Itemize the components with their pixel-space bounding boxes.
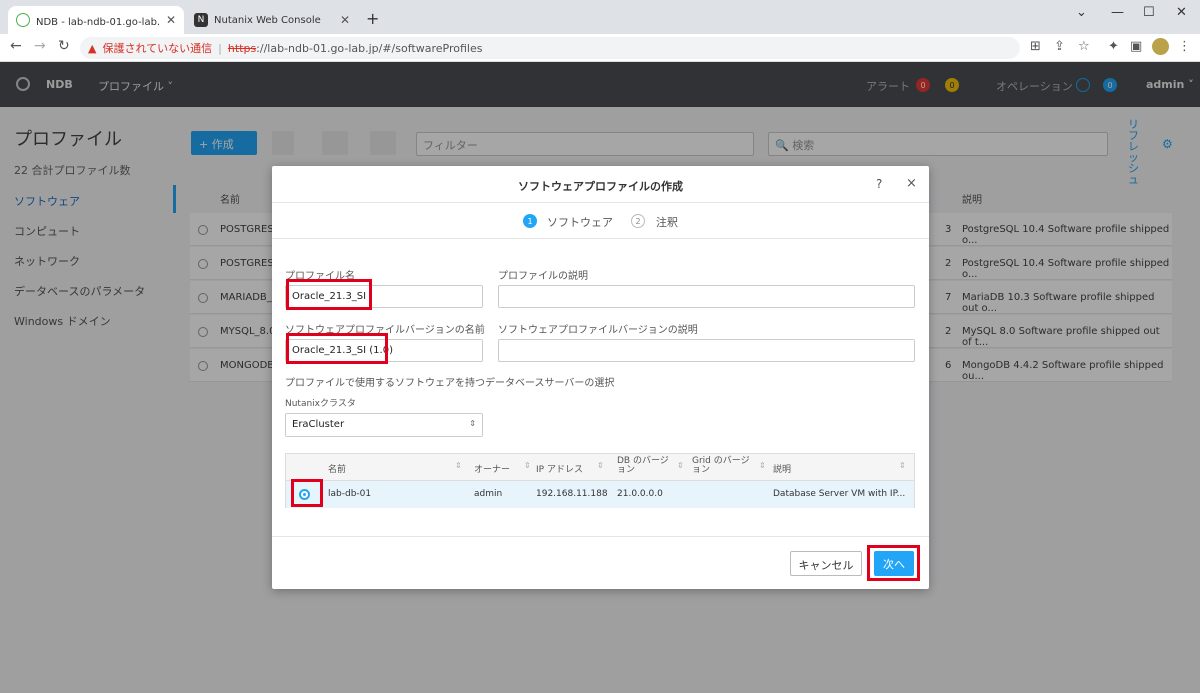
grid-col-db-version[interactable]: DB のバージョン: [617, 457, 671, 475]
profile-desc-input[interactable]: [498, 285, 915, 308]
dialog-header: ソフトウェアプロファイルの作成 ? ×: [272, 166, 929, 203]
close-window-icon[interactable]: ✕: [1176, 5, 1187, 20]
grid-cell-db-version: 21.0.0.0.0: [617, 489, 663, 499]
step-2-label: 注釈: [656, 216, 678, 229]
tab-search-icon[interactable]: ⌄: [1076, 5, 1087, 20]
db-server-grid: 名前 ⇕ オーナー ⇕ IP アドレス ⇕ DB のバージョン ⇕ Grid の…: [285, 453, 915, 508]
divider: |: [218, 41, 222, 55]
sidepanel-icon[interactable]: ▣: [1130, 39, 1142, 54]
select-arrows-icon: ⇕: [469, 419, 476, 428]
back-icon[interactable]: ←: [10, 38, 22, 54]
dialog-title: ソフトウェアプロファイルの作成: [518, 180, 683, 193]
grid-col-ip[interactable]: IP アドレス: [536, 462, 583, 475]
table-row[interactable]: lab-db-01 admin 192.168.11.188 21.0.0.0.…: [286, 481, 914, 508]
sort-icon[interactable]: ⇕: [597, 461, 604, 470]
dialog-footer-divider: [272, 536, 929, 537]
highlight-box: [286, 333, 388, 364]
ndb-favicon-icon: [16, 13, 30, 27]
new-tab-icon[interactable]: +: [366, 9, 379, 28]
grid-cell-ip: 192.168.11.188: [536, 489, 608, 499]
grid-cell-name: lab-db-01: [328, 489, 372, 499]
bookmark-star-icon[interactable]: ☆: [1078, 39, 1090, 54]
translate-icon[interactable]: ⊞: [1030, 39, 1041, 54]
profile-avatar[interactable]: [1152, 38, 1169, 55]
browser-tab-nutanix[interactable]: N Nutanix Web Console ✕: [186, 6, 358, 34]
sort-icon[interactable]: ⇕: [455, 461, 462, 470]
maximize-icon[interactable]: ☐: [1143, 5, 1155, 20]
cluster-value: EraCluster: [292, 419, 345, 430]
highlight-box: [286, 279, 372, 310]
tab-title: NDB - lab-ndb-01.go-lab.jp - プロ: [36, 16, 160, 28]
step-1-label: ソフトウェア: [547, 216, 613, 229]
close-tab-icon[interactable]: ✕: [166, 13, 176, 27]
reload-icon[interactable]: ↻: [58, 38, 70, 54]
step-1-number: 1: [523, 214, 537, 228]
grid-col-name[interactable]: 名前: [328, 462, 346, 475]
nutanix-favicon-icon: N: [194, 13, 208, 27]
grid-col-grid-version[interactable]: Grid のバージョン: [692, 457, 750, 475]
cluster-select[interactable]: EraCluster ⇕: [285, 413, 483, 437]
sort-icon[interactable]: ⇕: [899, 461, 906, 470]
menu-kebab-icon[interactable]: ⋮: [1178, 39, 1191, 54]
minimize-icon[interactable]: —: [1111, 5, 1124, 20]
extensions-icon[interactable]: ✦: [1108, 39, 1119, 54]
version-desc-input[interactable]: [498, 339, 915, 362]
grid-col-desc[interactable]: 説明: [773, 462, 791, 475]
grid-cell-owner: admin: [474, 489, 503, 499]
tab-title: Nutanix Web Console: [214, 14, 321, 26]
url-bar[interactable]: ▲ 保護されていない通信 | https://lab-ndb-01.go-lab…: [80, 37, 1020, 59]
browser-tab-ndb[interactable]: NDB - lab-ndb-01.go-lab.jp - プロ ✕: [8, 6, 184, 34]
create-software-profile-dialog: ソフトウェアプロファイルの作成 ? × 1 ソフトウェア 2 注釈 プロファイル…: [272, 166, 929, 589]
profile-desc-label: プロファイルの説明: [498, 271, 588, 282]
grid-cell-desc: Database Server VM with IP...: [773, 489, 906, 499]
security-warning[interactable]: 保護されていない通信: [102, 40, 212, 56]
browser-tab-strip: NDB - lab-ndb-01.go-lab.jp - プロ ✕ N Nuta…: [0, 0, 1200, 34]
address-bar-row: ← → ↻ ▲ 保護されていない通信 | https://lab-ndb-01.…: [0, 34, 1200, 62]
sort-icon[interactable]: ⇕: [677, 461, 684, 470]
help-icon[interactable]: ?: [876, 177, 882, 191]
sort-icon[interactable]: ⇕: [524, 461, 531, 470]
grid-col-owner[interactable]: オーナー: [474, 462, 510, 475]
step-2-number: 2: [631, 214, 645, 228]
highlight-box: [291, 479, 323, 507]
highlight-box: [867, 545, 920, 581]
cancel-button[interactable]: キャンセル: [790, 551, 862, 576]
close-icon[interactable]: ×: [906, 176, 917, 191]
sort-icon[interactable]: ⇕: [759, 461, 766, 470]
server-select-label: プロファイルで使用するソフトウェアを持つデータベースサーバーの選択: [285, 378, 615, 389]
warning-icon: ▲: [88, 41, 97, 55]
wizard-steps: 1 ソフトウェア 2 注釈: [272, 203, 929, 239]
forward-icon[interactable]: →: [34, 38, 46, 54]
version-desc-label: ソフトウェアプロファイルバージョンの説明: [498, 325, 698, 336]
grid-header: 名前 ⇕ オーナー ⇕ IP アドレス ⇕ DB のバージョン ⇕ Grid の…: [286, 454, 914, 481]
url-scheme: https: [227, 41, 257, 55]
share-icon[interactable]: ⇪: [1054, 39, 1065, 54]
close-tab-icon[interactable]: ✕: [340, 13, 350, 27]
url-path: ://lab-ndb-01.go-lab.jp/#/softwareProfil…: [256, 41, 483, 55]
cluster-label: Nutanixクラスタ: [285, 399, 356, 409]
